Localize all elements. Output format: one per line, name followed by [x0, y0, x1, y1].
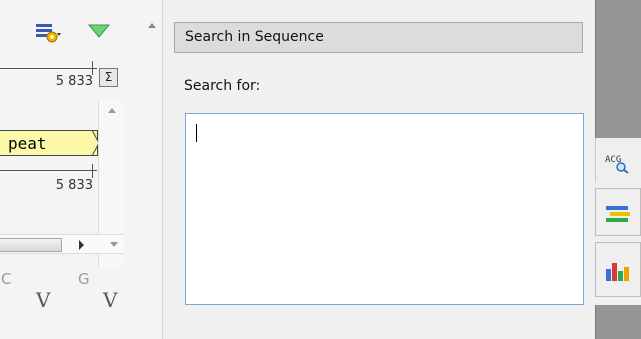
feature-label: peat — [8, 134, 47, 153]
side-toolbar-background — [595, 0, 641, 138]
side-toolbar-background-bottom — [595, 305, 641, 339]
panel-title: Search in Sequence — [174, 22, 583, 53]
sequence-view: 5 833 Σ peat 5 833 C G V V — [0, 0, 163, 339]
coordinate-ruler-top: 5 833 — [0, 56, 97, 92]
feature-annotation[interactable]: peat — [0, 130, 98, 156]
search-in-sequence-panel: Search in Sequence Search for: — [164, 0, 595, 339]
scroll-right-arrow-icon[interactable] — [77, 239, 85, 251]
scroll-up-arrow-icon[interactable] — [106, 106, 118, 114]
base-label-g: G — [78, 270, 90, 288]
scrollbar-thumb[interactable] — [0, 238, 62, 252]
settings-menu-icon[interactable] — [35, 22, 63, 44]
text-caret — [196, 124, 197, 142]
search-for-label: Search for: — [184, 78, 261, 94]
sum-button[interactable]: Σ — [99, 68, 118, 87]
collapse-triangle-icon[interactable] — [88, 24, 110, 38]
statistics-tab[interactable] — [595, 242, 641, 297]
sequence-horizontal-scrollbar[interactable] — [0, 234, 124, 254]
coordinate-label-top: 5 833 — [55, 74, 93, 89]
side-toolbar: ACG — [595, 0, 641, 339]
base-label-c: C — [1, 270, 12, 288]
scroll-down-arrow-icon[interactable] — [108, 241, 120, 249]
variant-mark: V — [36, 288, 51, 312]
coordinate-ruler-middle: 5 833 — [0, 160, 97, 193]
coordinate-label-middle: 5 833 — [55, 178, 93, 193]
variant-mark: V — [103, 288, 118, 312]
bar-chart-icon — [606, 263, 629, 281]
search-pattern-input[interactable] — [185, 113, 584, 305]
annotations-icon — [606, 206, 630, 222]
panel-scroll-up-icon[interactable] — [144, 18, 160, 32]
search-sequence-tab[interactable]: ACG — [595, 138, 641, 183]
search-sequence-icon: ACG — [605, 155, 629, 174]
annotations-tab[interactable] — [595, 188, 641, 236]
